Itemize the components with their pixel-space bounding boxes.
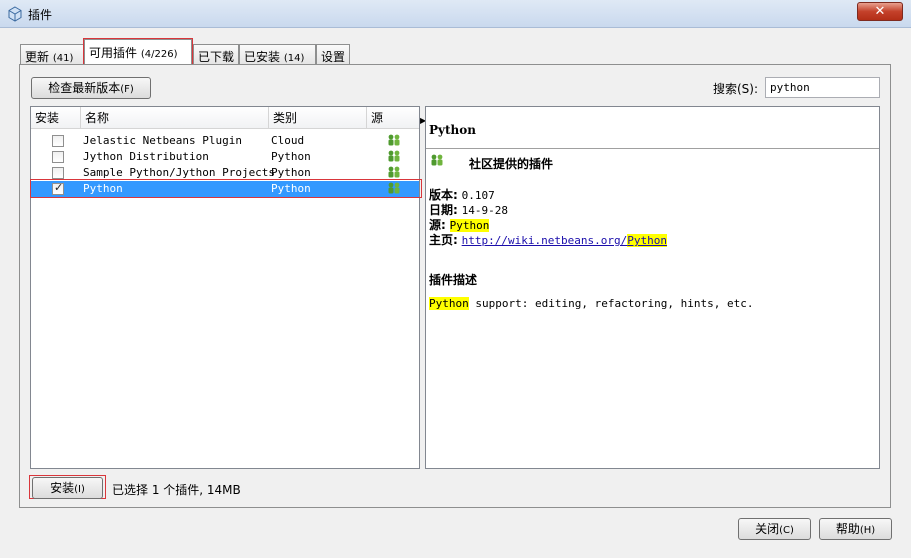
table-header: 安装 名称 类别 源 (31, 107, 419, 129)
description-highlight: Python (429, 297, 469, 310)
column-header-install[interactable]: 安装 (31, 107, 81, 129)
button-accel: (F) (120, 84, 134, 95)
community-icon (388, 150, 400, 162)
plugin-category: Python (271, 150, 311, 163)
plugin-name: Python (83, 182, 123, 195)
close-button[interactable]: 关闭(C) (738, 518, 811, 540)
plugin-name: Jelastic Netbeans Plugin (83, 134, 242, 147)
plugin-category: Python (271, 182, 311, 195)
date-label: 日期: (429, 203, 458, 217)
description-rest: support: editing, refactoring, hints, et… (468, 297, 754, 310)
detail-title: Python (429, 123, 476, 137)
tab-label: 已下载 (198, 50, 235, 64)
tab-installed[interactable]: 已安装 (14) (239, 44, 316, 65)
table-row[interactable]: Jython Distribution Python (31, 149, 419, 165)
button-label: 帮助 (835, 522, 860, 536)
tab-downloaded[interactable]: 已下载 (193, 44, 239, 65)
title-bar: 插件 ✕ (0, 0, 911, 28)
tab-label: 更新 (25, 50, 50, 64)
table-row-selected[interactable]: Python Python (31, 181, 419, 197)
tab-label: 已安装 (244, 50, 281, 64)
description-text: Python support: editing, refactoring, hi… (429, 296, 754, 310)
window-title: 插件 (28, 8, 53, 22)
button-label: 关闭 (755, 522, 780, 536)
button-accel: (I) (74, 484, 85, 495)
install-button[interactable]: 安装(I) (32, 477, 103, 499)
community-icon (431, 154, 443, 166)
community-icon (388, 166, 400, 178)
community-icon (388, 182, 400, 194)
table-row[interactable]: Sample Python/Jython Projects Python (31, 165, 419, 181)
version-label: 版本: (429, 188, 458, 202)
plugin-category: Python (271, 166, 311, 179)
help-button[interactable]: 帮助(H) (819, 518, 892, 540)
homepage-label: 主页: (429, 233, 458, 247)
table-row[interactable]: Jelastic Netbeans Plugin Cloud (31, 133, 419, 149)
button-accel: (C) (779, 525, 794, 536)
homepage-line: 主页: http://wiki.netbeans.org/Python (429, 231, 667, 248)
search-input[interactable] (765, 77, 880, 98)
detail-header: Python (426, 107, 879, 149)
column-header-category[interactable]: 类别 (269, 107, 367, 129)
description-heading: 插件描述 (429, 273, 478, 287)
source-label: 源: (429, 218, 446, 232)
tab-count: (41) (52, 53, 74, 64)
plugin-category: Cloud (271, 134, 305, 147)
button-label: 检查最新版本 (48, 81, 121, 95)
button-label: 安装 (50, 481, 75, 495)
column-header-name[interactable]: 名称 (81, 107, 269, 129)
selection-status: 已选择 1 个插件, 14MB (112, 483, 241, 497)
install-checkbox[interactable] (52, 151, 64, 163)
homepage-link[interactable]: http://wiki.netbeans.org/Python (462, 234, 667, 247)
install-checkbox-checked[interactable] (52, 181, 64, 195)
button-accel: (H) (859, 525, 876, 536)
install-checkbox[interactable] (52, 135, 64, 147)
plugin-detail-panel: Python 社区提供的插件 版本: 0.107 日期: 14-9-28 源: … (425, 106, 880, 469)
homepage-link-prefix: http://wiki.netbeans.org/ (461, 234, 628, 247)
netbeans-cube-icon (8, 6, 22, 22)
homepage-link-highlight: Python (627, 234, 667, 247)
check-latest-version-button[interactable]: 检查最新版本(F) (31, 77, 151, 99)
tab-updates[interactable]: 更新 (41) (20, 44, 84, 65)
column-header-source[interactable]: 源 (367, 107, 419, 129)
community-icon (388, 134, 400, 146)
tab-label: 设置 (321, 50, 346, 64)
search-label: 搜索(S): (713, 82, 759, 96)
tab-label: 可用插件 (89, 46, 138, 60)
install-checkbox[interactable] (52, 167, 64, 179)
tab-available-plugins[interactable]: 可用插件 (4/226) (83, 38, 193, 67)
provider-label: 社区提供的插件 (469, 157, 554, 171)
tab-settings[interactable]: 设置 (316, 44, 350, 65)
plugin-table: 安装 名称 类别 源 Jelastic Netbeans Plugin Clou… (30, 106, 420, 469)
plugin-name: Sample Python/Jython Projects (83, 166, 276, 179)
plugin-name: Jython Distribution (83, 150, 209, 163)
tab-count: (4/226) (140, 49, 178, 60)
tab-count: (14) (283, 53, 305, 64)
window-close-button[interactable]: ✕ (857, 2, 903, 21)
